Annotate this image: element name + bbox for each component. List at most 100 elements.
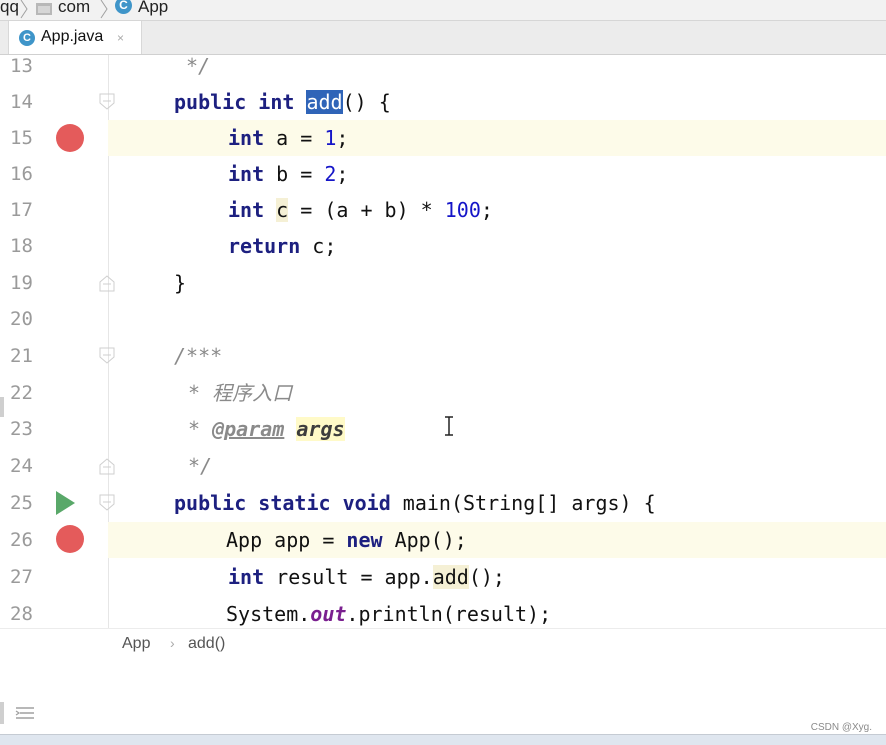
line-number: 20 [10, 308, 33, 330]
breadcrumb-method[interactable]: add() [188, 635, 225, 653]
breadcrumb-class[interactable]: App [122, 635, 150, 653]
fold-icon[interactable] [98, 93, 116, 111]
code-token: a = [264, 126, 325, 150]
breakpoint-icon[interactable] [56, 525, 84, 553]
line-number: 21 [10, 345, 33, 367]
keyword-token: int [228, 198, 265, 222]
nav-crumb-project[interactable]: qq [0, 0, 19, 18]
line-number: 24 [10, 455, 33, 477]
code-line: 20 [0, 301, 886, 337]
fold-icon[interactable] [98, 274, 116, 292]
code-token: App app = [226, 528, 347, 552]
code-line: 13 */ [0, 55, 886, 84]
class-c-icon: C [115, 0, 132, 14]
bottom-panel: CSDN @Xyg. [0, 662, 886, 745]
line-number: 28 [10, 603, 33, 625]
line-number: 19 [10, 272, 33, 294]
line-number: 15 [10, 127, 33, 149]
javadoc-param-name: args [296, 417, 345, 441]
number-token: 100 [444, 198, 481, 222]
number-token: 2 [324, 162, 337, 186]
editor-scroll-marker[interactable] [0, 397, 4, 417]
close-icon[interactable]: × [117, 31, 124, 45]
javadoc-tag: @param [212, 417, 285, 441]
structure-tool-icon[interactable] [14, 704, 38, 724]
panel-resize-handle[interactable] [0, 702, 4, 724]
code-text: */ [186, 55, 210, 84]
status-bar [0, 734, 886, 745]
code-text: int a = 1; [228, 120, 348, 156]
breakpoint-icon[interactable] [56, 124, 84, 152]
code-token: b = [264, 162, 325, 186]
code-text: int result = app.add(); [228, 559, 505, 595]
code-line: 26 App app = new App(); [0, 522, 886, 558]
code-token: main(String[] args) { [390, 491, 656, 515]
code-text: * 程序入口 [188, 375, 292, 411]
code-text: int b = 2; [228, 156, 348, 192]
text-cursor-icon [445, 416, 453, 436]
breadcrumb-separator: › [170, 635, 175, 651]
nav-separator-icon [100, 0, 108, 20]
code-line: 23 * @param args [0, 411, 886, 447]
code-token: .println(result); [346, 602, 552, 626]
code-line: 14 public int add() { [0, 84, 886, 120]
code-text: /*** [174, 338, 222, 374]
keyword-token: new [346, 528, 383, 552]
tab-app-java[interactable]: C App.java × [8, 21, 142, 54]
code-line: 21 /*** [0, 338, 886, 374]
static-field-token: out [310, 602, 347, 626]
keyword-token: int [258, 90, 295, 114]
code-line: 28 System.out.println(result); [0, 596, 886, 628]
selected-method-name[interactable]: add [306, 90, 343, 114]
code-token: App(); [382, 528, 467, 552]
comment-token: */ [186, 55, 211, 78]
code-line: 25 public static void main(String[] args… [0, 485, 886, 521]
keyword-token: int [228, 565, 265, 589]
keyword-token: int [228, 162, 265, 186]
line-number: 14 [10, 91, 33, 113]
comment-token: * 程序入口 [188, 381, 293, 405]
fold-icon[interactable] [98, 347, 116, 365]
code-token: System. [226, 602, 311, 626]
line-number: 22 [10, 382, 33, 404]
code-text: public int add() { [174, 84, 391, 120]
line-number: 13 [10, 55, 33, 77]
code-text: public static void main(String[] args) { [174, 485, 656, 521]
code-line: 18 return c; [0, 228, 886, 264]
nav-crumb-package[interactable]: com [58, 0, 90, 18]
code-text: App app = new App(); [226, 522, 467, 558]
code-token: ; [336, 162, 349, 186]
code-token: } [174, 271, 187, 295]
code-token: = (a + b) * [288, 198, 445, 222]
fold-icon[interactable] [98, 457, 116, 475]
tab-label: App.java [41, 28, 104, 45]
comment-token: * [188, 417, 213, 441]
comment-token: /*** [174, 344, 223, 368]
keyword-token: static [258, 491, 331, 515]
code-line: 27 int result = app.add(); [0, 559, 886, 595]
line-number: 25 [10, 492, 33, 514]
code-line: 15 int a = 1; [0, 120, 886, 156]
navigation-bar: qq com C App [0, 0, 886, 21]
code-token: ; [336, 126, 349, 150]
run-icon[interactable] [56, 491, 75, 515]
code-line: 22 * 程序入口 [0, 375, 886, 411]
nav-separator-icon [20, 0, 28, 20]
code-text: * @param args [188, 411, 345, 447]
method-call-token: add [432, 565, 469, 589]
line-number: 23 [10, 418, 33, 440]
line-number: 26 [10, 529, 33, 551]
keyword-token: void [342, 491, 391, 515]
keyword-token: public [174, 90, 247, 114]
code-text: */ [188, 448, 212, 484]
code-token: ; [480, 198, 493, 222]
structure-breadcrumb: App › add() [0, 628, 886, 662]
code-text: return c; [228, 228, 336, 264]
code-token: (); [468, 565, 505, 589]
nav-crumb-class[interactable]: App [138, 0, 168, 18]
fold-icon[interactable] [98, 494, 116, 512]
package-folder-icon [36, 0, 52, 15]
code-editor[interactable]: 13 */ 14 public int add() { 15 int a = 1… [0, 55, 886, 628]
class-c-icon: C [19, 30, 35, 46]
line-number: 27 [10, 566, 33, 588]
